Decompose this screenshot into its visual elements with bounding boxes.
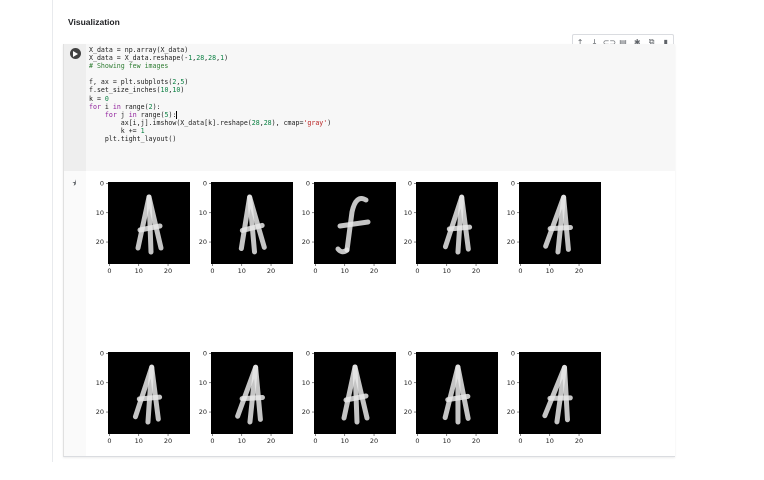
y-tick-label: 10 <box>199 209 207 217</box>
x-tick-label: 10 <box>238 437 246 445</box>
section-title: Visualization <box>68 17 120 27</box>
y-tick-label: 20 <box>404 408 412 416</box>
y-tick-label: 0 <box>511 180 515 188</box>
y-tick-label: 20 <box>96 238 104 246</box>
code-line: f, ax = plt.subplots(2,5) <box>89 78 189 87</box>
x-tick-label: 0 <box>415 437 419 445</box>
x-tick-label: 0 <box>107 267 111 275</box>
x-tick-label: 20 <box>472 437 480 445</box>
code-editor[interactable]: X_data = np.array(X_data) X_data = X_dat… <box>64 44 675 171</box>
code-cell: X_data = np.array(X_data) X_data = X_dat… <box>63 44 675 457</box>
code-line: k += 1 <box>89 126 145 135</box>
y-tick-label: 10 <box>507 379 515 387</box>
x-tick-label: 20 <box>267 437 275 445</box>
image-grid-figure: 0 0 10 10 20 20 0 0 10 10 20 20 0 0 10 10 20 20 0 0 10 10 20 20… <box>96 180 601 445</box>
x-tick-label: 20 <box>164 437 172 445</box>
code-line: for j in range(5): <box>104 110 178 119</box>
y-tick-label: 10 <box>302 209 310 217</box>
stroke-path <box>352 364 360 425</box>
digit-image-panel: 0 0 10 10 20 20 <box>96 180 190 275</box>
play-icon <box>73 50 78 57</box>
code-line: k = 0 <box>89 94 109 103</box>
x-tick-label: 0 <box>518 267 522 275</box>
code-text: X_data = np.array(X_data) X_data = X_dat… <box>89 46 331 143</box>
code-comment: # Showing few images <box>89 62 169 71</box>
text-cursor <box>176 110 178 119</box>
x-tick-label: 0 <box>210 267 214 275</box>
y-tick-label: 10 <box>507 209 515 217</box>
y-tick-label: 0 <box>100 350 104 358</box>
x-tick-label: 0 <box>210 437 214 445</box>
y-tick-label: 0 <box>306 180 310 188</box>
digit-image-panel: 0 0 10 10 20 20 <box>199 350 293 445</box>
y-tick-label: 10 <box>96 209 104 217</box>
x-tick-label: 10 <box>443 267 451 275</box>
y-tick-label: 20 <box>507 238 515 246</box>
x-tick-label: 10 <box>546 267 554 275</box>
code-line: ax[i,j].imshow(X_data[k].reshape(28,28),… <box>89 118 332 127</box>
y-tick-label: 0 <box>203 350 207 358</box>
y-tick-label: 0 <box>408 180 412 188</box>
x-tick-label: 10 <box>341 437 349 445</box>
digit-image-panel: 0 0 10 10 20 20 <box>404 350 498 445</box>
x-tick-label: 20 <box>370 437 378 445</box>
y-tick-label: 10 <box>302 379 310 387</box>
y-tick-label: 0 <box>408 350 412 358</box>
y-tick-label: 20 <box>96 408 104 416</box>
y-tick-label: 0 <box>511 350 515 358</box>
notebook-left-rule <box>52 0 53 462</box>
code-line: X_data = X_data.reshape(-1,28,28,1) <box>89 54 229 63</box>
x-tick-label: 10 <box>546 437 554 445</box>
run-cell-button[interactable] <box>70 48 81 59</box>
x-tick-label: 20 <box>370 267 378 275</box>
digit-image-panel: 0 0 10 10 20 20 <box>199 180 293 275</box>
x-tick-label: 10 <box>135 267 143 275</box>
y-tick-label: 0 <box>203 180 207 188</box>
y-tick-label: 10 <box>404 209 412 217</box>
stroke-path <box>335 246 350 255</box>
digit-image-panel: 0 0 10 10 20 20 <box>302 180 396 275</box>
run-gutter <box>64 44 86 171</box>
y-tick-label: 0 <box>100 180 104 188</box>
code-line: plt.tight_layout() <box>89 135 177 144</box>
code-line: X_data = np.array(X_data) <box>89 46 189 54</box>
y-tick-label: 20 <box>199 408 207 416</box>
y-tick-label: 20 <box>507 408 515 416</box>
x-tick-label: 0 <box>518 437 522 445</box>
x-tick-label: 20 <box>267 267 275 275</box>
digit-image-panel: 0 0 10 10 20 20 <box>302 350 396 445</box>
x-tick-label: 20 <box>472 267 480 275</box>
code-line: for i in range(2): <box>89 102 161 111</box>
y-tick-label: 20 <box>302 408 310 416</box>
x-tick-label: 10 <box>238 267 246 275</box>
cell-output: ⯨ 0 0 10 10 20 20 0 0 10 10 20 20 0 0 10 10 20 20 0 0 10 10 20… <box>64 171 675 456</box>
digit-image-panel: 0 0 10 10 20 20 <box>404 180 498 275</box>
digit-image-panel: 0 0 10 10 20 20 <box>507 180 601 275</box>
y-tick-label: 20 <box>404 238 412 246</box>
y-tick-label: 10 <box>199 379 207 387</box>
code-line: f.set_size_inches(10,10) <box>89 86 185 95</box>
y-tick-label: 0 <box>306 350 310 358</box>
x-tick-label: 20 <box>164 267 172 275</box>
x-tick-label: 10 <box>341 267 349 275</box>
x-tick-label: 20 <box>575 267 583 275</box>
digit-image-panel: 0 0 10 10 20 20 <box>507 350 601 445</box>
x-tick-label: 10 <box>443 437 451 445</box>
digit-image-panel: 0 0 10 10 20 20 <box>96 350 190 445</box>
y-tick-label: 10 <box>404 379 412 387</box>
x-tick-label: 0 <box>313 437 317 445</box>
y-tick-label: 10 <box>96 379 104 387</box>
x-tick-label: 10 <box>135 437 143 445</box>
y-tick-label: 20 <box>199 238 207 246</box>
x-tick-label: 0 <box>107 437 111 445</box>
x-tick-label: 0 <box>415 267 419 275</box>
y-tick-label: 20 <box>302 238 310 246</box>
stroke-path <box>146 194 154 255</box>
stroke-path <box>455 364 461 425</box>
x-tick-label: 20 <box>575 437 583 445</box>
x-tick-label: 0 <box>313 267 317 275</box>
